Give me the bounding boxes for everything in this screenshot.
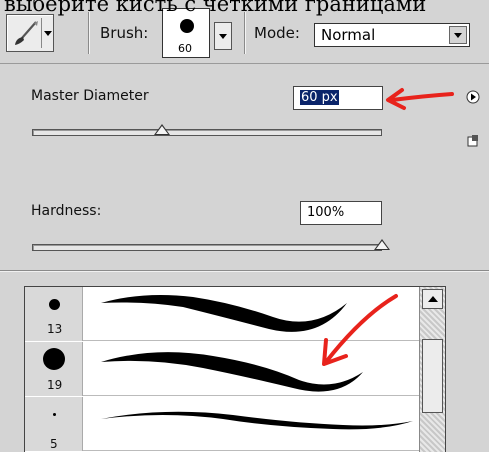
brush-preset-item[interactable]: 5 [25, 397, 419, 451]
scroll-up-button[interactable] [422, 289, 443, 309]
brush-size-label: 60 [178, 42, 192, 55]
toolbar-separator [88, 12, 90, 54]
mode-label: Mode: [254, 24, 300, 42]
hardness-slider-thumb[interactable] [374, 239, 390, 250]
brush-size-label: 5 [50, 437, 58, 451]
brush-thumbnail: 19 [25, 342, 83, 396]
brush-stroke-preview [101, 295, 347, 332]
scrollbar-thumb[interactable] [422, 339, 443, 413]
chevron-down-icon [44, 31, 52, 36]
brush-tip-icon [53, 413, 56, 416]
brush-list-scrollbar[interactable] [419, 287, 445, 452]
brush-size-label: 19 [47, 378, 63, 392]
master-diameter-input[interactable]: 60 px [293, 86, 383, 110]
brush-tip-icon [43, 348, 65, 370]
panel-divider [0, 270, 489, 272]
hardness-input[interactable]: 100% [300, 201, 382, 225]
master-diameter-value: 60 px [300, 90, 339, 105]
chevron-up-icon [428, 296, 438, 302]
brush-thumbnail: 13 [25, 287, 83, 341]
brush-tip-icon [180, 19, 194, 33]
brush-preset-item[interactable]: 13 [25, 287, 419, 341]
chevron-down-icon [454, 33, 462, 38]
brush-stroke-preview [101, 411, 413, 430]
chevron-down-icon [219, 34, 227, 39]
mode-select[interactable]: Normal [314, 23, 470, 47]
brush-thumbnail: 5 [25, 397, 83, 451]
brush-preset-item[interactable]: 19 [25, 342, 419, 396]
brush-size-label: 13 [47, 322, 63, 336]
panel-menu-arrow-icon[interactable] [466, 90, 480, 108]
master-diameter-slider[interactable] [32, 129, 382, 136]
master-diameter-slider-thumb[interactable] [153, 124, 170, 135]
tool-preset-picker[interactable] [6, 14, 54, 52]
page-title: выберите кисть с четкими границами [4, 0, 427, 16]
brush-stroke-preview [101, 352, 363, 392]
master-diameter-label: Master Diameter [31, 88, 149, 104]
mode-value: Normal [321, 26, 376, 44]
brush-tip-icon [49, 299, 60, 310]
toolbar-separator [244, 12, 246, 54]
hardness-label: Hardness: [31, 203, 102, 219]
mode-dropdown-button[interactable] [449, 26, 467, 44]
brush-panel: Master Diameter 60 px Hardness: 100% 13 … [0, 64, 489, 452]
brush-label: Brush: [100, 24, 149, 42]
brush-preset-list: 13 19 5 [24, 286, 446, 452]
brush-tool-icon [10, 18, 42, 48]
new-preset-icon[interactable] [466, 134, 480, 152]
hardness-slider[interactable] [32, 244, 382, 251]
